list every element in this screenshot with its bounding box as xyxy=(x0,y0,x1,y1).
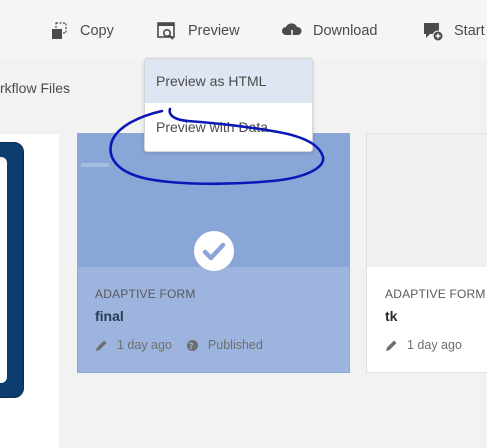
asset-card-partial[interactable] xyxy=(0,134,59,448)
menu-item-preview-data[interactable]: Preview with Data xyxy=(145,105,312,149)
preview-menu: Preview as HTML Preview with Data xyxy=(144,58,313,152)
copy-icon xyxy=(52,22,67,39)
modified-time: 1 day ago xyxy=(407,338,462,352)
card-meta: 1 day ago xyxy=(385,338,462,352)
card-type: ADAPTIVE FORM xyxy=(95,287,196,301)
card-thumbnail xyxy=(0,142,24,398)
preview-icon xyxy=(157,22,175,40)
breadcrumb[interactable]: rkflow Files xyxy=(0,80,70,96)
card-thumbnail xyxy=(367,134,487,267)
toolbar: Copy Preview Download Start I xyxy=(0,0,487,61)
status-text: Published xyxy=(207,338,263,352)
check-icon xyxy=(202,242,226,261)
selected-check-icon[interactable] xyxy=(194,231,234,271)
globe-icon xyxy=(186,339,198,351)
copy-label: Copy xyxy=(80,23,114,39)
pencil-icon xyxy=(386,340,397,351)
thumbnail-inner xyxy=(0,157,7,383)
start-label: Start I xyxy=(454,23,487,39)
copy-button[interactable]: Copy xyxy=(48,18,114,44)
start-workflow-icon xyxy=(424,23,444,42)
asset-card-final[interactable]: ADAPTIVE FORM final 1 day ago Published xyxy=(77,133,350,373)
card-title[interactable]: final xyxy=(95,308,124,324)
download-label: Download xyxy=(313,23,378,39)
pencil-icon xyxy=(96,340,107,351)
start-button[interactable]: Start I xyxy=(422,18,487,44)
download-button[interactable]: Download xyxy=(281,18,378,44)
card-title[interactable]: tk xyxy=(385,308,397,324)
thumbnail-mark xyxy=(81,163,109,167)
preview-button[interactable]: Preview xyxy=(156,18,240,44)
preview-label: Preview xyxy=(188,23,240,39)
asset-card-tk[interactable]: ADAPTIVE FORM tk 1 day ago xyxy=(366,133,487,373)
modified-time: 1 day ago xyxy=(117,338,172,352)
card-type: ADAPTIVE FORM xyxy=(385,287,486,301)
cloud-download-icon xyxy=(282,23,302,41)
card-meta: 1 day ago Published xyxy=(95,338,263,352)
menu-item-preview-html[interactable]: Preview as HTML xyxy=(145,59,312,103)
